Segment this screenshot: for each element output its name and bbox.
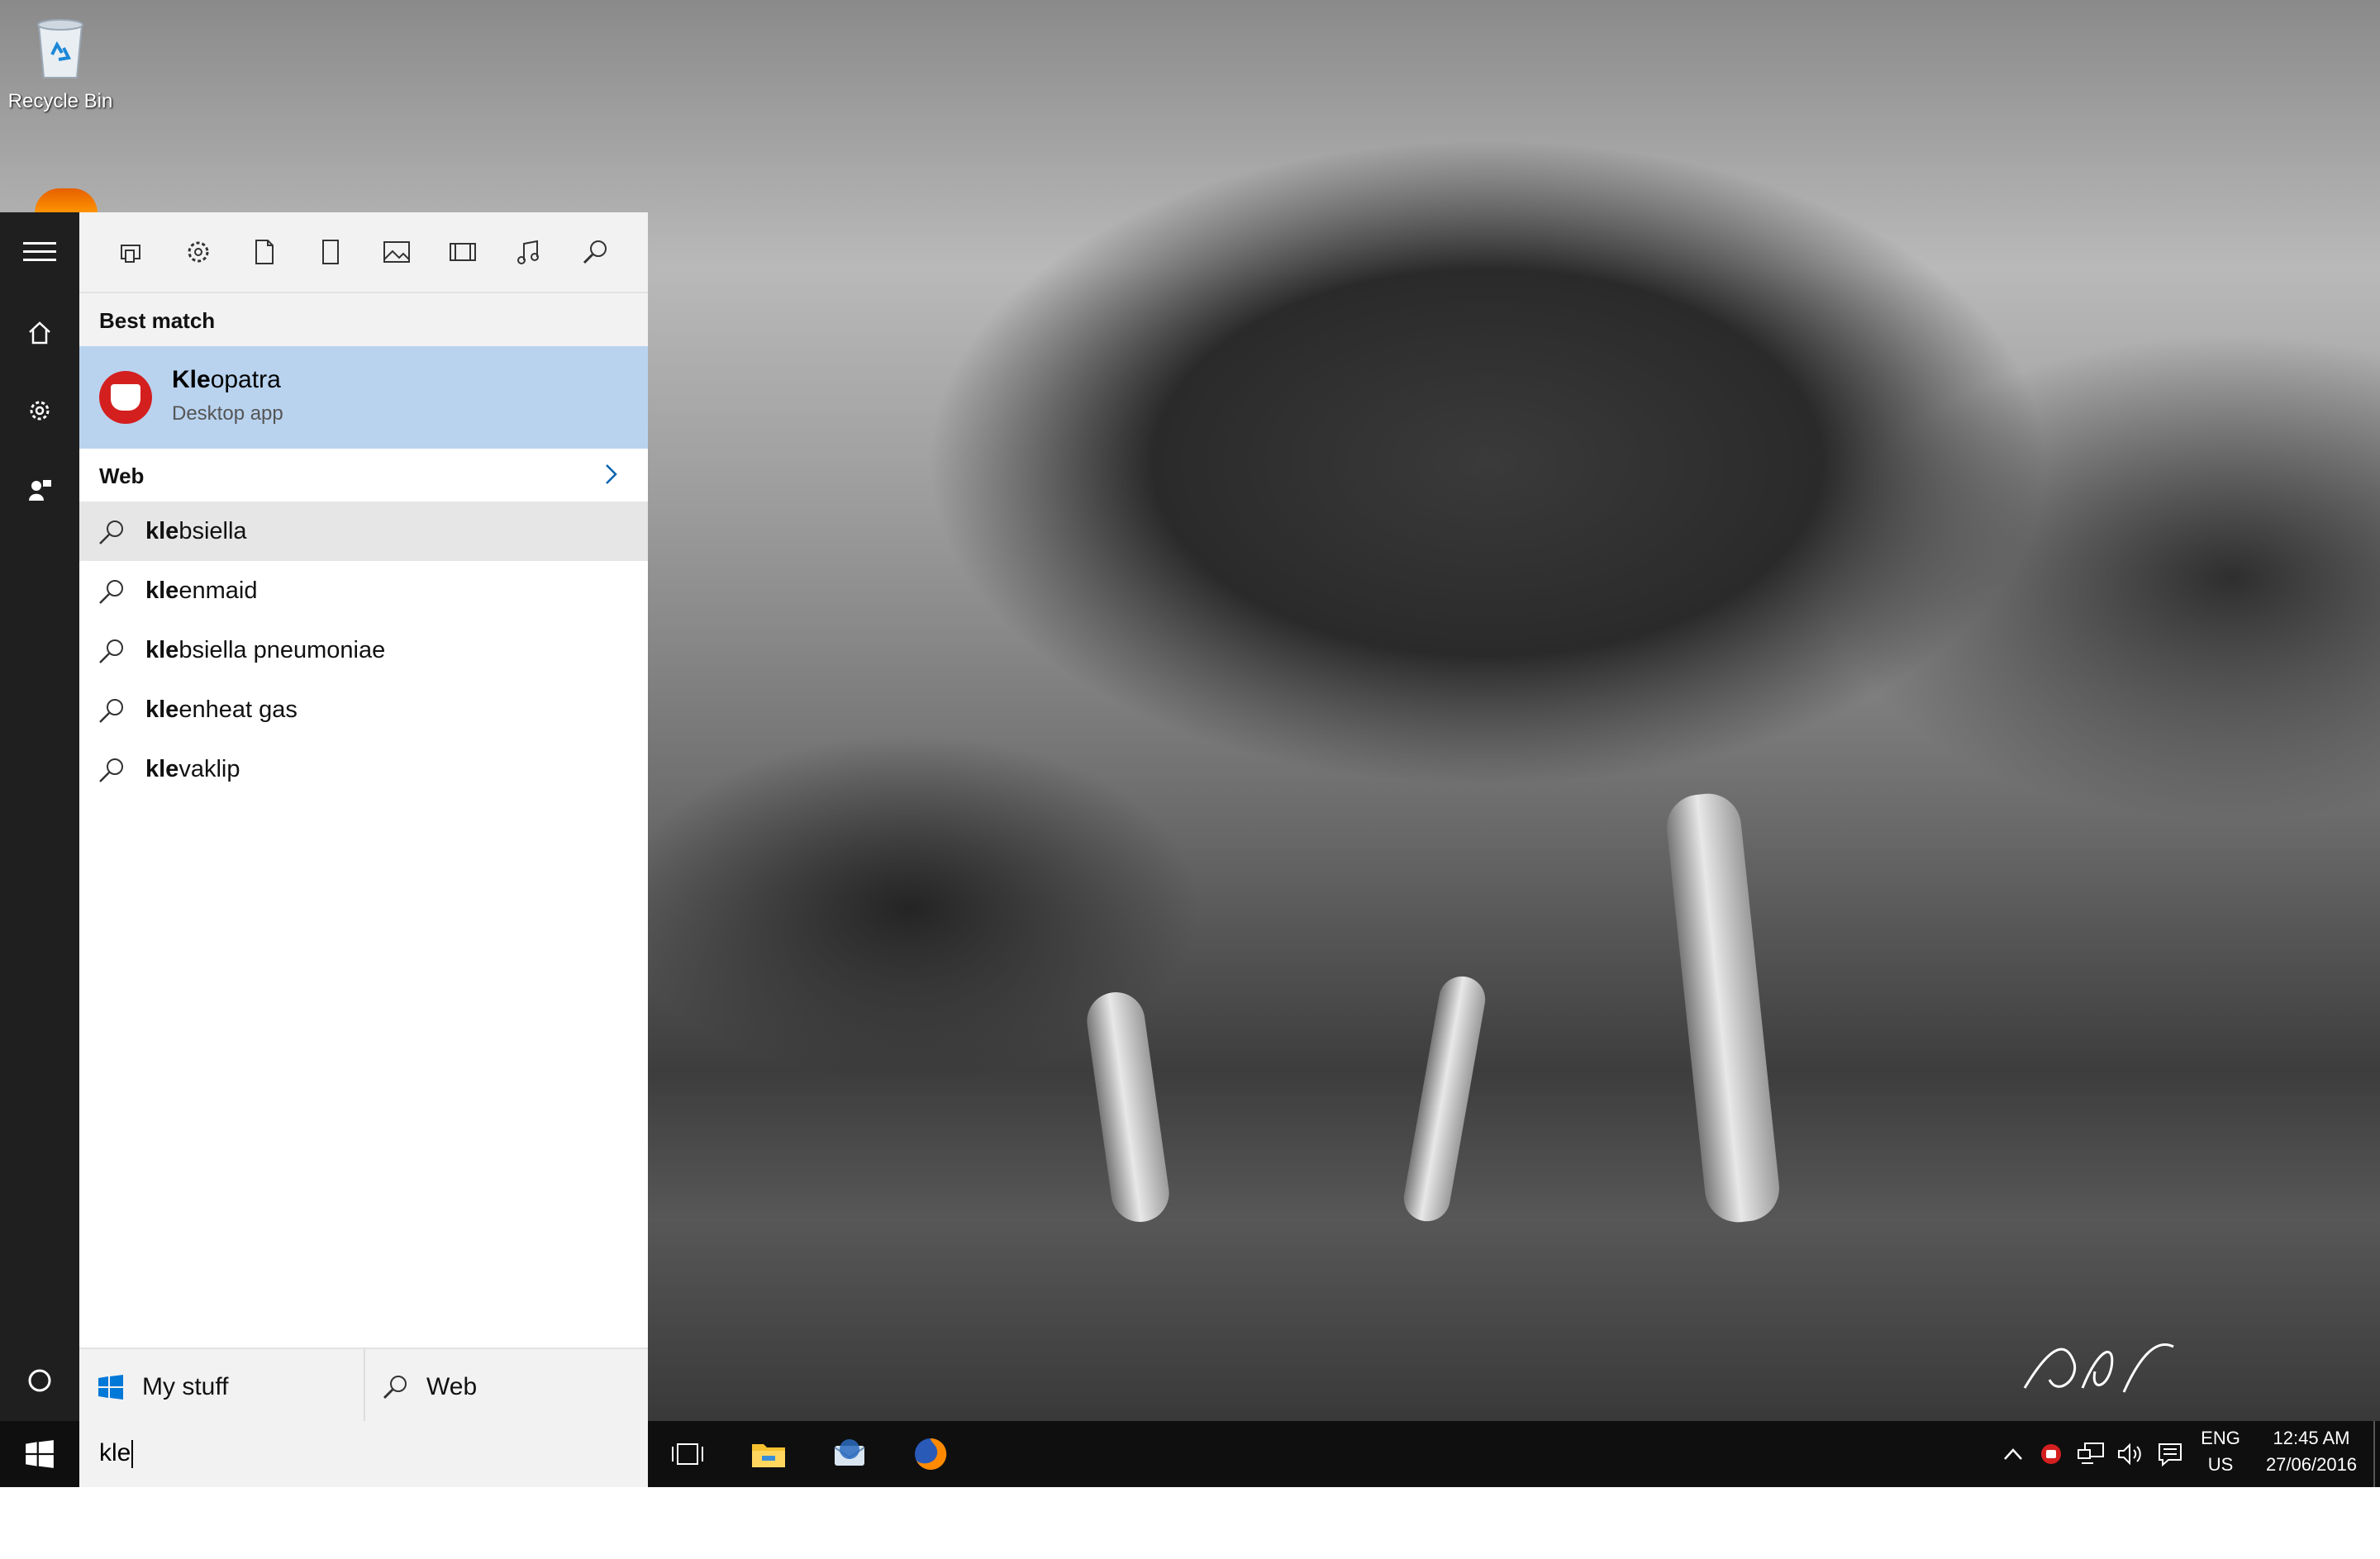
input-language-button[interactable]: ENG US: [2192, 1428, 2249, 1476]
volume-button[interactable]: [2116, 1439, 2145, 1469]
recycle-bin[interactable]: Recycle Bin: [7, 12, 114, 113]
kleopatra-tray-icon: [2041, 1444, 2061, 1464]
suggestion-text: klevaklip: [145, 755, 240, 782]
web-suggestion[interactable]: klevaklip: [79, 739, 648, 799]
chevron-up-icon: [2004, 1448, 2022, 1460]
settings-button[interactable]: [0, 378, 79, 444]
suggestion-text: kleenheat gas: [145, 696, 298, 723]
apps-icon: [121, 245, 140, 263]
scope-my-stuff-label: My stuff: [142, 1373, 229, 1400]
best-match-title: Kleopatra: [172, 366, 281, 393]
search-query: kle: [99, 1439, 134, 1469]
feedback-button[interactable]: [0, 457, 79, 523]
search-results-panel: Best match Kleopatra Desktop app Web kle…: [79, 212, 648, 1559]
best-match-result[interactable]: Kleopatra Desktop app: [79, 346, 648, 449]
cortana-circle-icon: [28, 1369, 51, 1392]
recycle-bin-icon: [37, 19, 83, 78]
feedback-icon: [29, 480, 51, 501]
filter-music-button[interactable]: [504, 227, 554, 277]
search-filter-bar: [79, 212, 648, 293]
web-suggestion[interactable]: kleenheat gas: [79, 680, 648, 739]
firefox-icon: [915, 1438, 947, 1470]
music-icon: [517, 240, 539, 264]
filter-photos-button[interactable]: [372, 227, 421, 277]
suggestion-text: klebsiella pneumoniae: [145, 636, 386, 663]
network-button[interactable]: [2076, 1439, 2106, 1469]
best-match-subtitle: Desktop app: [172, 402, 283, 425]
search-icon: [383, 1376, 407, 1400]
start-button[interactable]: [0, 1421, 79, 1487]
search-scope-bar: My stuff Web: [79, 1347, 648, 1425]
tree-trunk: [1664, 790, 1783, 1226]
file-explorer-icon: [752, 1444, 785, 1467]
documents-icon: [255, 240, 274, 264]
clock-button[interactable]: 12:45 AM 27/06/2016: [2258, 1428, 2365, 1476]
network-icon: [2078, 1443, 2104, 1464]
best-match-heading: Best match: [99, 308, 216, 333]
firefox-button[interactable]: [891, 1421, 970, 1487]
settings-icon: [188, 241, 209, 263]
hamburger-menu-button[interactable]: [0, 219, 79, 285]
language-bottom: US: [2207, 1454, 2234, 1475]
scope-my-stuff-button[interactable]: My stuff: [98, 1349, 228, 1425]
language-top: ENG: [2201, 1428, 2240, 1448]
web-search-icon: [583, 240, 607, 264]
scope-web-label: Web: [426, 1373, 478, 1400]
suggestion-text: kleenmaid: [145, 577, 258, 604]
wallpaper-signature: [2023, 1343, 2174, 1393]
home-icon: [29, 321, 50, 345]
folders-icon: [322, 240, 339, 264]
chevron-right-icon: [606, 464, 617, 484]
filter-folders-button[interactable]: [306, 227, 355, 277]
hamburger-icon: [23, 242, 56, 261]
filter-documents-button[interactable]: [240, 227, 289, 277]
show-desktop-button[interactable]: [2373, 1421, 2380, 1487]
recycle-bin-label: Recycle Bin: [7, 90, 113, 112]
videos-icon: [450, 243, 476, 261]
action-center-button[interactable]: [2155, 1439, 2185, 1469]
filter-web-button[interactable]: [570, 227, 620, 277]
search-icon: [99, 699, 123, 723]
clock-date: 27/06/2016: [2265, 1454, 2358, 1475]
suggestion-text: klebsiella: [145, 517, 247, 544]
web-suggestion[interactable]: kleenmaid: [79, 561, 648, 620]
web-suggestion[interactable]: klebsiella: [79, 501, 648, 561]
kleopatra-app-icon: [99, 371, 152, 424]
filter-apps-button[interactable]: [107, 227, 157, 277]
search-icon: [99, 520, 123, 544]
kleopatra-tray-button[interactable]: [2036, 1439, 2066, 1469]
web-suggestion[interactable]: klebsiella pneumoniae: [79, 620, 648, 680]
windows-logo-icon: [26, 1440, 54, 1468]
notification-icon: [2159, 1443, 2182, 1466]
windows-logo-icon: [98, 1375, 123, 1400]
search-input[interactable]: kle: [79, 1421, 648, 1487]
filter-settings-button[interactable]: [174, 227, 223, 277]
task-view-icon: [672, 1443, 703, 1465]
photos-icon: [383, 241, 410, 263]
web-section-header[interactable]: Web: [79, 449, 648, 501]
start-menu-rail: [0, 212, 79, 1421]
thunderbird-button[interactable]: [810, 1421, 889, 1487]
search-icon: [99, 639, 123, 663]
search-icon: [99, 580, 123, 604]
scope-web-button[interactable]: Web: [382, 1349, 477, 1425]
tree-trunk: [1083, 988, 1173, 1226]
show-hidden-icons-button[interactable]: [1998, 1439, 2028, 1469]
text-caret: [131, 1440, 134, 1469]
filter-videos-button[interactable]: [438, 227, 488, 277]
clock-time: 12:45 AM: [2273, 1428, 2350, 1448]
tree-trunk: [1400, 972, 1489, 1225]
task-view-button[interactable]: [648, 1421, 727, 1487]
search-icon: [99, 758, 123, 782]
volume-icon: [2118, 1443, 2141, 1466]
web-heading: Web: [99, 463, 145, 488]
scope-divider: [364, 1349, 365, 1425]
thunderbird-icon: [834, 1439, 865, 1466]
cortana-button[interactable]: [0, 1347, 79, 1414]
gear-icon: [30, 401, 50, 421]
home-button[interactable]: [0, 300, 79, 366]
taskbar: kle ENG US 12:45 AM 27/06/2016: [0, 1421, 2380, 1487]
file-explorer-button[interactable]: [729, 1421, 808, 1487]
